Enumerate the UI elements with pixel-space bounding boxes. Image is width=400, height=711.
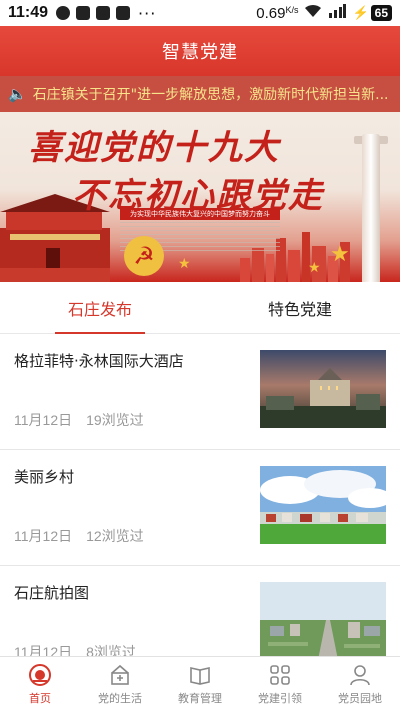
nav-party-life[interactable]: 党的生活 (80, 657, 160, 711)
banner-caption: 为实现中华民族伟大复兴的中国梦而努力奋斗 (120, 208, 280, 220)
page-title: 智慧党建 (162, 42, 238, 63)
article-meta: 11月12日 8浏览过 (14, 642, 136, 656)
nav-label: 首页 (29, 692, 51, 705)
huabiao-pillar (362, 134, 380, 282)
nav-label: 党员园地 (338, 692, 382, 705)
party-emblem-icon: ☭ (124, 236, 164, 276)
article-thumbnail (260, 350, 386, 428)
bottom-navigation: 首页 党的生活 教育管理 党建引领 党员园地 (0, 656, 400, 711)
lock-app-icon (76, 6, 91, 20)
notification-icons: ··· (56, 4, 156, 23)
list-item[interactable]: 格拉菲特·永林国际大酒店 11月12日 19浏览过 (0, 334, 400, 450)
article-thumbnail (260, 466, 386, 544)
app-header: 智慧党建 (0, 26, 400, 76)
list-item[interactable]: 石庄航拍图 11月12日 8浏览过 (0, 566, 400, 656)
article-thumbnail (260, 582, 386, 656)
status-bar: 11:49 ··· 0.69K/s ⚡ 65 (0, 0, 400, 26)
nav-home[interactable]: 首页 (0, 657, 80, 711)
speaker-icon: 🔈 (8, 85, 27, 103)
heart-app-icon (96, 6, 111, 20)
article-views: 12浏览过 (86, 528, 144, 544)
article-views: 19浏览过 (86, 412, 144, 428)
nav-label: 党的生活 (98, 692, 142, 705)
article-meta: 11月12日 12浏览过 (14, 526, 144, 546)
nav-label: 教育管理 (178, 692, 222, 705)
home-emblem-icon (28, 663, 52, 687)
star-icon: ★ (330, 242, 350, 267)
star-icon: ★ (308, 260, 321, 276)
charging-icon: ⚡ (352, 5, 369, 20)
more-notifications: ··· (138, 3, 157, 23)
list-item[interactable]: 美丽乡村 11月12日 12浏览过 (0, 450, 400, 566)
article-list: 格拉菲特·永林国际大酒店 11月12日 19浏览过 美丽乡村 11月12日 12… (0, 334, 400, 656)
party-life-icon (108, 663, 132, 687)
article-title: 石庄航拍图 (14, 584, 90, 602)
banner-carousel[interactable]: 🔈 石庄镇关于召开"进一步解放思想，激励新时代新担当新... 喜迎党的十九大 不… (0, 76, 400, 282)
article-date: 11月12日 (14, 412, 73, 428)
network-speed: 0.69K/s (256, 4, 299, 22)
tab-featured-party-building[interactable]: 特色党建 (200, 282, 400, 333)
battery-indicator: ⚡ 65 (352, 5, 392, 21)
wifi-icon (304, 4, 322, 22)
article-meta: 11月12日 19浏览过 (14, 410, 144, 430)
book-icon (188, 663, 212, 687)
nav-party-leadership[interactable]: 党建引领 (240, 657, 320, 711)
article-date: 11月12日 (14, 644, 73, 656)
banner-slogan-line1: 喜迎党的十九大 (28, 128, 280, 168)
announcement-marquee[interactable]: 🔈 石庄镇关于召开"进一步解放思想，激励新时代新担当新... (0, 76, 400, 112)
article-date: 11月12日 (14, 528, 73, 544)
nav-member-garden[interactable]: 党员园地 (320, 657, 400, 711)
person-icon (348, 663, 372, 687)
article-title: 美丽乡村 (14, 468, 75, 486)
grid-icon (268, 663, 292, 687)
news-app-icon (116, 6, 131, 20)
category-tabs: 石庄发布 特色党建 (0, 282, 400, 334)
nav-education[interactable]: 教育管理 (160, 657, 240, 711)
marquee-text: 石庄镇关于召开"进一步解放思想，激励新时代新担当新... (32, 87, 389, 103)
nav-label: 党建引领 (258, 692, 302, 705)
tab-shizhuang-release[interactable]: 石庄发布 (0, 282, 200, 334)
article-views: 8浏览过 (86, 644, 136, 656)
signal-icon (328, 4, 347, 22)
star-icon: ★ (178, 256, 191, 272)
article-title: 格拉菲特·永林国际大酒店 (14, 352, 184, 370)
status-time: 11:49 (8, 4, 49, 21)
chat-icon (56, 6, 71, 20)
